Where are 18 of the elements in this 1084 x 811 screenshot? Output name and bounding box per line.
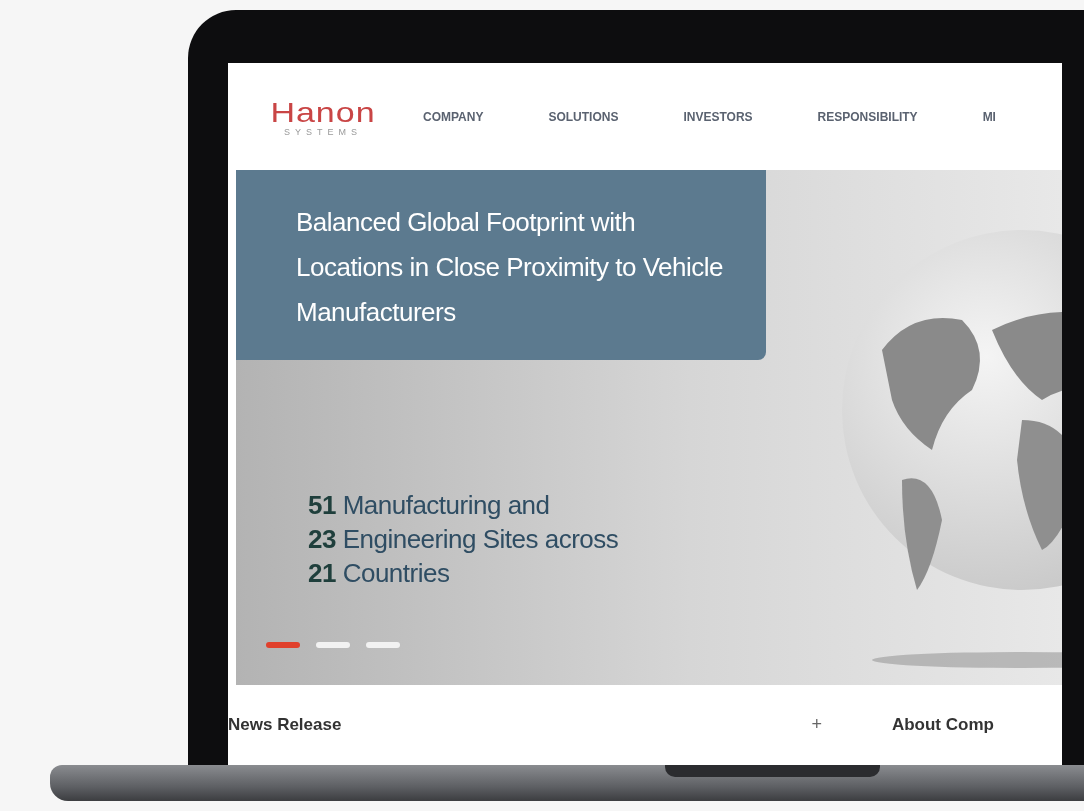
nav-link[interactable]: SOLUTIONS — [548, 109, 619, 124]
logo-wordmark: Hanon — [270, 99, 376, 124]
nav-link[interactable]: COMPANY — [423, 109, 484, 124]
nav-link[interactable]: INVESTORS — [683, 109, 753, 124]
hero-headline: Balanced Global Footprint with Locations in Close Proximity to Vehicle Manufacturers — [296, 206, 725, 329]
logo[interactable]: Hanon SYSTEMS — [248, 96, 398, 137]
slide-indicator[interactable] — [316, 642, 350, 648]
stat-line: 21 Countries — [308, 557, 451, 590]
stat-line: 23 Engineering Sites across — [308, 523, 620, 556]
expand-button[interactable]: + — [811, 714, 822, 735]
slide-indicator[interactable] — [366, 642, 400, 648]
section-heading: About Comp — [891, 715, 994, 735]
section-heading: News Release — [228, 715, 342, 735]
nav-link[interactable]: RESPONSIBILITY — [817, 109, 918, 124]
slide-indicator[interactable] — [266, 642, 300, 648]
logo-tagline: SYSTEMS — [284, 126, 362, 137]
nav-link[interactable]: MI — [982, 109, 996, 124]
stat-line: 51 Manufacturing and — [308, 489, 551, 522]
